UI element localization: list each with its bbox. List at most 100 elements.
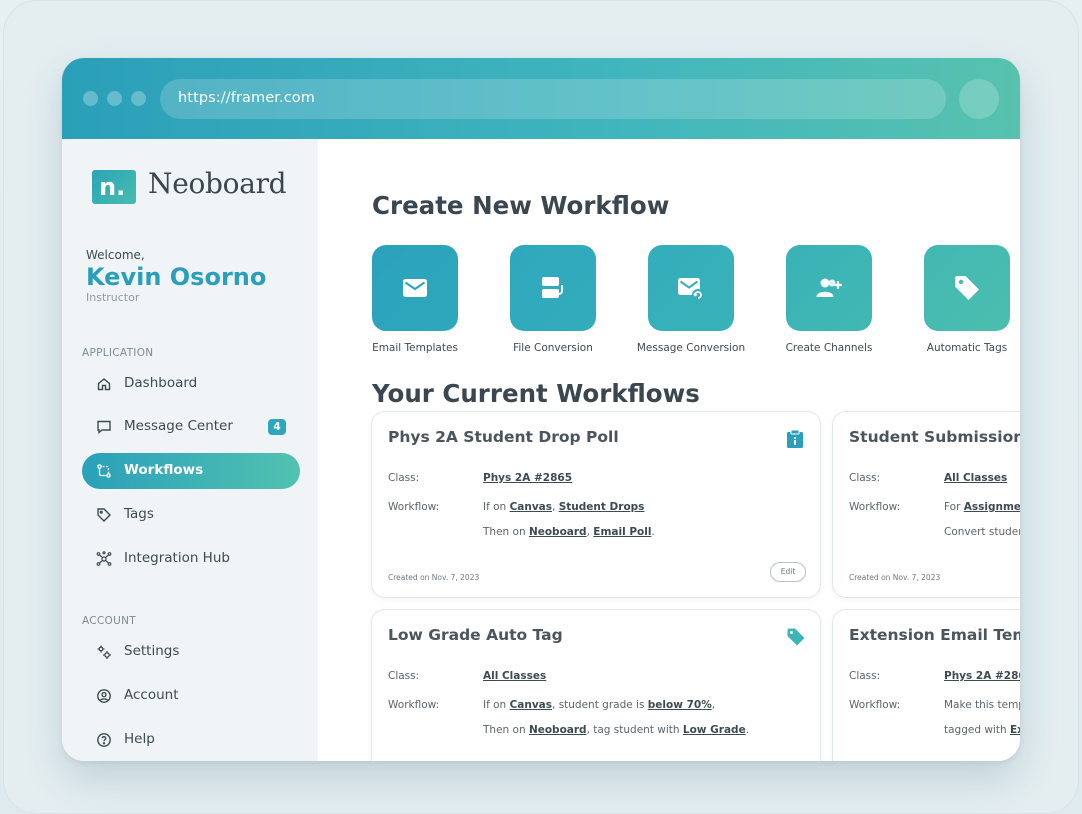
section-label-account: ACCOUNT: [82, 615, 136, 627]
sidebar-item-message-center[interactable]: Message Center 4: [82, 409, 300, 445]
browser-titlebar: https://framer.com: [62, 58, 1020, 139]
create-workflow-heading: Create New Workflow: [372, 191, 670, 220]
workflow-label: Workflow:: [849, 699, 901, 711]
sidebar-item-label: Settings: [124, 643, 180, 659]
workflow-label: Workflow:: [388, 699, 440, 711]
gear-icon: [97, 645, 111, 659]
condition-link[interactable]: below 70%: [648, 699, 712, 711]
workflow-title: Extension Email Templ: [849, 626, 1020, 644]
message-conversion-button[interactable]: [648, 245, 734, 331]
mail-icon: [403, 279, 427, 297]
class-label: Class:: [388, 670, 420, 682]
trigger-link[interactable]: Assignment: [964, 501, 1020, 513]
add-user-icon: [816, 278, 842, 297]
workflow-card[interactable]: Phys 2A Student Drop Poll Class: Phys 2A…: [371, 411, 821, 598]
tile-label: Email Templates: [372, 342, 458, 354]
sidebar-item-label: Account: [124, 687, 179, 703]
user-role: Instructor: [86, 291, 140, 304]
text-segment: Then on: [483, 526, 529, 538]
user-circle-icon: [97, 689, 111, 703]
sidebar-item-label: Message Center: [124, 418, 233, 434]
sidebar-item-tags[interactable]: Tags: [82, 497, 300, 533]
tag-link[interactable]: Ex: [1010, 724, 1020, 736]
sidebar-item-integration-hub[interactable]: Integration Hub: [82, 541, 300, 577]
hub-icon: [96, 551, 112, 566]
trigger-link[interactable]: Student Drops: [559, 501, 645, 513]
sidebar-item-label: Tags: [124, 506, 154, 522]
platform-link[interactable]: Canvas: [510, 501, 552, 513]
help-icon: [97, 733, 111, 747]
email-templates-button[interactable]: [372, 245, 458, 331]
class-link[interactable]: All Classes: [483, 670, 546, 682]
platform-link[interactable]: Neoboard: [529, 526, 587, 538]
workflow-card[interactable]: Student Submissions F Class: All Classes…: [832, 411, 1020, 598]
text-segment: .: [745, 724, 750, 736]
text-segment: ,: [552, 501, 559, 513]
sidebar-item-label: Integration Hub: [124, 550, 230, 566]
text-segment: If on: [483, 501, 510, 513]
window-maximize-dot[interactable]: [131, 91, 146, 106]
sidebar-item-workflows[interactable]: Workflows: [82, 453, 300, 489]
file-conversion-button[interactable]: [510, 245, 596, 331]
workflow-line-2: Then on Neoboard, Email Poll.: [483, 526, 655, 538]
class-value: Phys 2A #2865: [944, 670, 1020, 682]
tile-label: File Conversion: [513, 342, 593, 354]
text-segment: tagged with: [944, 724, 1010, 736]
current-workflows-heading: Your Current Workflows: [372, 379, 700, 408]
window-close-dot[interactable]: [83, 91, 98, 106]
sidebar-item-label: Dashboard: [124, 375, 198, 391]
url-text: https://framer.com: [178, 90, 315, 106]
home-icon: [97, 378, 111, 391]
browser-window: https://framer.com n. Neoboard Welcome, …: [62, 58, 1020, 761]
class-link[interactable]: Phys 2A #2865: [483, 472, 572, 484]
workflow-line-1: Make this templ: [944, 699, 1020, 711]
browser-profile-button[interactable]: [959, 79, 999, 119]
tag-link[interactable]: Low Grade: [683, 724, 746, 736]
automatic-tags-button[interactable]: [924, 245, 1010, 331]
clipboard-icon: [787, 429, 803, 448]
sidebar-item-settings[interactable]: Settings: [82, 634, 300, 670]
class-label: Class:: [849, 670, 881, 682]
workflow-line-1: If on Canvas, Student Drops: [483, 501, 644, 513]
action-link[interactable]: Email Poll: [593, 526, 651, 538]
sidebar-item-help[interactable]: Help: [82, 722, 300, 758]
workflow-title: Phys 2A Student Drop Poll: [388, 428, 619, 446]
brand-name: Neoboard: [148, 167, 287, 200]
workflow-card[interactable]: Extension Email Templ Class: Phys 2A #28…: [832, 609, 1020, 761]
created-date: Created on Nov. 7, 2023: [388, 573, 480, 582]
create-channels-button[interactable]: [786, 245, 872, 331]
tag-icon: [787, 628, 805, 646]
class-label: Class:: [388, 472, 420, 484]
text-segment: , tag student with: [586, 724, 683, 736]
sidebar: n. Neoboard Welcome, Kevin Osorno Instru…: [62, 139, 318, 761]
logo-mark: n.: [92, 170, 136, 204]
sidebar-item-label: Help: [124, 731, 155, 747]
workflow-title: Low Grade Auto Tag: [388, 626, 563, 644]
window-minimize-dot[interactable]: [107, 91, 122, 106]
text-segment: ,: [711, 699, 716, 711]
workflow-line-2: Then on Neoboard, tag student with Low G…: [483, 724, 749, 736]
sidebar-item-dashboard[interactable]: Dashboard: [82, 366, 300, 402]
workflow-card[interactable]: Low Grade Auto Tag Class: All Classes Wo…: [371, 609, 821, 761]
file-convert-icon: [542, 277, 563, 298]
created-date: Created on Nov. 7, 2023: [849, 573, 941, 582]
workflow-line-1: If on Canvas, student grade is below 70%…: [483, 699, 715, 711]
tile-label: Message Conversion: [636, 342, 746, 354]
text-segment: If on: [483, 699, 510, 711]
class-value: All Classes: [944, 472, 1007, 484]
platform-link[interactable]: Canvas: [510, 699, 552, 711]
platform-link[interactable]: Neoboard: [529, 724, 587, 736]
address-bar[interactable]: https://framer.com: [160, 79, 946, 119]
class-value: Phys 2A #2865: [483, 472, 572, 484]
section-label-application: APPLICATION: [82, 347, 154, 359]
sidebar-item-account[interactable]: Account: [82, 678, 300, 714]
edit-button[interactable]: Edit: [770, 562, 806, 582]
welcome-label: Welcome,: [86, 248, 145, 262]
workflow-line-1: For Assignment: [944, 501, 1020, 513]
text-segment: Then on: [483, 724, 529, 736]
class-value: All Classes: [483, 670, 546, 682]
tile-label: Automatic Tags: [926, 342, 1008, 354]
tile-label: Create Channels: [785, 342, 873, 354]
class-link[interactable]: Phys 2A #2865: [944, 670, 1020, 682]
class-link[interactable]: All Classes: [944, 472, 1007, 484]
